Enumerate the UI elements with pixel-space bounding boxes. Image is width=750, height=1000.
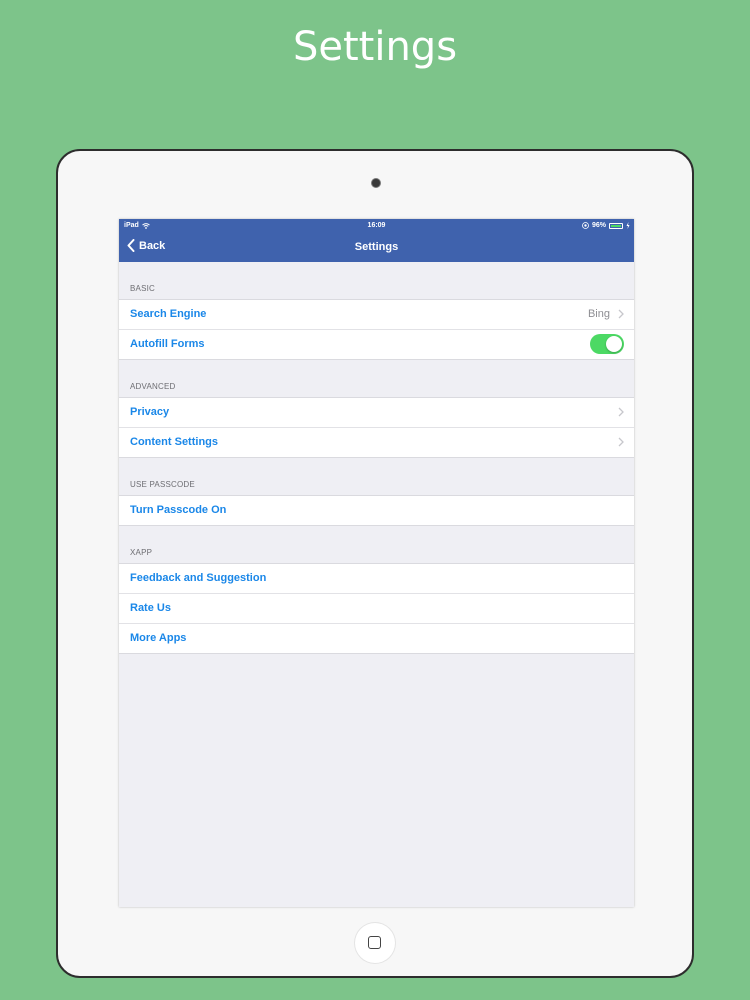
group-basic: Search Engine Bing Autofill Forms (119, 299, 634, 360)
section-header-passcode: USE PASSCODE (119, 458, 634, 495)
group-advanced: Privacy Content Settings (119, 397, 634, 458)
battery-icon (609, 222, 623, 229)
app-screen: iPad 16:09 96% Back Settings BASIC Searc… (119, 219, 634, 907)
row-feedback[interactable]: Feedback and Suggestion (119, 564, 634, 593)
row-label: Autofill Forms (130, 338, 205, 350)
row-label: Feedback and Suggestion (130, 572, 267, 584)
section-header-basic: BASIC (119, 262, 634, 299)
camera-icon (371, 178, 381, 188)
battery-percent: 96% (591, 222, 606, 229)
section-header-advanced: ADVANCED (119, 360, 634, 397)
page-title: Settings (354, 241, 399, 253)
chevron-right-icon (618, 437, 624, 447)
row-label: Content Settings (130, 436, 218, 448)
row-turn-passcode-on[interactable]: Turn Passcode On (119, 496, 634, 525)
home-button[interactable] (355, 923, 395, 963)
row-value: Bing (587, 308, 610, 320)
navigation-bar: iPad 16:09 96% Back Settings (119, 219, 634, 262)
row-label: Rate Us (130, 602, 171, 614)
row-search-engine[interactable]: Search Engine Bing (119, 300, 634, 329)
status-bar: iPad 16:09 96% (119, 219, 634, 233)
row-autofill-forms: Autofill Forms (119, 329, 634, 359)
row-label: Search Engine (130, 308, 207, 320)
row-label: Privacy (130, 406, 170, 418)
chevron-right-icon (618, 309, 624, 319)
toggle-knob (606, 336, 622, 352)
autofill-toggle[interactable] (590, 334, 624, 354)
charging-icon (626, 222, 630, 229)
promo-title: Settings (292, 24, 458, 70)
section-label: BASIC (130, 284, 156, 293)
row-privacy[interactable]: Privacy (119, 398, 634, 427)
status-time: 16:09 (367, 222, 386, 229)
section-label: USE PASSCODE (130, 480, 195, 489)
row-content-settings[interactable]: Content Settings (119, 427, 634, 457)
section-label: XAPP (130, 548, 153, 557)
group-passcode: Turn Passcode On (119, 495, 634, 526)
section-header-xapp: XAPP (119, 526, 634, 563)
row-more-apps[interactable]: More Apps (119, 623, 634, 653)
chevron-right-icon (618, 407, 624, 417)
location-icon (582, 222, 589, 229)
section-label: ADVANCED (130, 382, 176, 391)
row-label: More Apps (130, 632, 187, 644)
settings-list: BASIC Search Engine Bing Autofill Forms … (119, 262, 634, 654)
group-xapp: Feedback and Suggestion Rate Us More App… (119, 563, 634, 654)
row-label: Turn Passcode On (130, 504, 227, 516)
row-rate-us[interactable]: Rate Us (119, 593, 634, 623)
home-button-icon (368, 936, 381, 949)
